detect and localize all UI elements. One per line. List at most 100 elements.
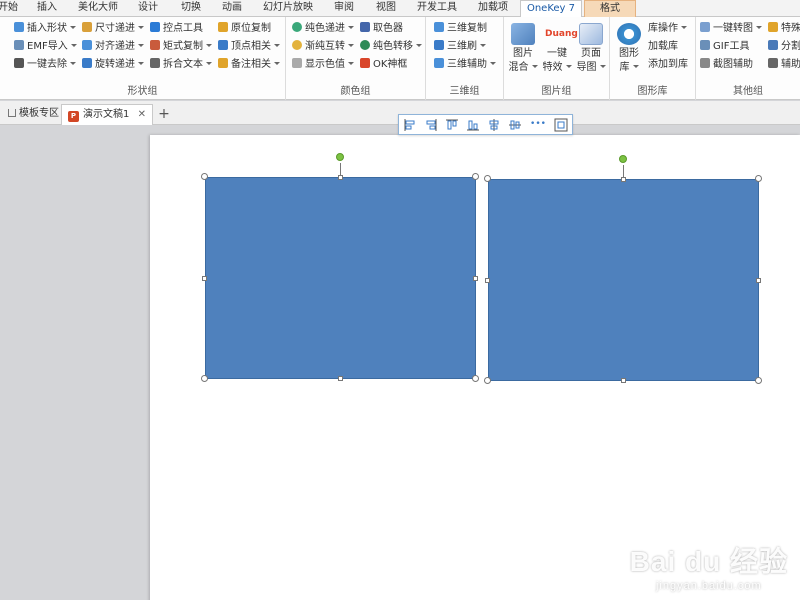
- align-step-label: 对齐递进: [95, 41, 135, 52]
- resize-handle-right[interactable]: [756, 278, 761, 283]
- one-key-effect-button[interactable]: Duang 一键 特效: [540, 23, 578, 75]
- add-to-library-button[interactable]: 添加到库: [648, 57, 688, 73]
- more-icon[interactable]: •••: [529, 118, 547, 132]
- image-blend-button[interactable]: 图片 混合: [506, 23, 540, 75]
- resize-handle-tr[interactable]: [755, 175, 762, 182]
- load-library-button[interactable]: 加载库: [648, 39, 678, 55]
- size-step-button[interactable]: 尺寸递进: [82, 21, 144, 37]
- tab-review[interactable]: 审阅: [334, 0, 354, 17]
- gradient-solid-swap-button[interactable]: 渐纯互转: [292, 39, 354, 55]
- notes-related-button[interactable]: 备注相关: [218, 57, 280, 73]
- ok-magic-frame-button[interactable]: OK神框: [360, 57, 407, 73]
- insert-shape-button[interactable]: 插入形状: [14, 21, 76, 37]
- resize-handle-bottom[interactable]: [338, 376, 343, 381]
- tab-addins[interactable]: 加载项: [478, 0, 508, 17]
- insert-shape-icon: [14, 22, 24, 32]
- chevron-down-icon: [348, 26, 354, 29]
- rgb-icon: [292, 58, 302, 68]
- resize-handle-right[interactable]: [473, 276, 478, 281]
- tab-view[interactable]: 视图: [376, 0, 396, 17]
- tab-developer[interactable]: 开发工具: [417, 0, 457, 17]
- align-left-icon[interactable]: [403, 118, 417, 132]
- one-key-to-image-button[interactable]: 一键转图: [700, 21, 762, 37]
- library-operation-button[interactable]: 库操作: [648, 21, 687, 37]
- document-tab-label: 演示文稿1: [83, 109, 130, 120]
- split-merge-text-button[interactable]: 拆合文本: [150, 57, 212, 73]
- screenshot-assist-label: 截图辅助: [713, 59, 753, 70]
- screenshot-assist-button[interactable]: 截图辅助: [700, 57, 753, 73]
- template-zone-label: 模板专区: [19, 108, 59, 119]
- emf-import-button[interactable]: EMF导入: [14, 39, 77, 55]
- resize-handle-tl[interactable]: [484, 175, 491, 182]
- eyedropper-icon: [360, 22, 370, 32]
- gradient-icon: [292, 40, 302, 50]
- solid-color-transfer-button[interactable]: 纯色转移: [360, 39, 422, 55]
- resize-handle-top[interactable]: [338, 175, 343, 180]
- align-top-icon[interactable]: [445, 118, 459, 132]
- tab-animations[interactable]: 动画: [222, 0, 242, 17]
- tab-beautify-master[interactable]: 美化大师: [78, 0, 118, 17]
- document-tab[interactable]: P 演示文稿1 ✕: [61, 104, 153, 125]
- tab-design[interactable]: 设计: [138, 0, 158, 17]
- resize-handle-tr[interactable]: [472, 173, 479, 180]
- gif-tool-button[interactable]: GIF工具: [700, 39, 749, 55]
- rectangle-shape-right[interactable]: [488, 179, 759, 381]
- threed-copy-button[interactable]: 三维复制: [434, 21, 487, 37]
- resize-handle-tl[interactable]: [201, 173, 208, 180]
- one-key-remove-button[interactable]: 一键去除: [14, 57, 76, 73]
- rotation-handle[interactable]: [336, 153, 344, 161]
- rotation-handle[interactable]: [619, 155, 627, 163]
- resize-handle-left[interactable]: [202, 276, 207, 281]
- align-center-vertical-icon[interactable]: [508, 118, 522, 132]
- align-icon: [82, 40, 92, 50]
- one-key-effect-label-2: 特效: [540, 61, 574, 75]
- color-picker-button[interactable]: 取色器: [360, 21, 403, 37]
- chevron-down-icon: [681, 26, 687, 29]
- assist-icon: [768, 58, 778, 68]
- align-step-button[interactable]: 对齐递进: [82, 39, 144, 55]
- page-export-image-button[interactable]: 页面 导图: [574, 23, 608, 75]
- tab-transitions[interactable]: 切换: [181, 0, 201, 17]
- special-button[interactable]: 特殊: [768, 21, 800, 37]
- align-right-icon[interactable]: [424, 118, 438, 132]
- split-button[interactable]: 分割: [768, 39, 800, 55]
- add-to-library-label: 添加到库: [648, 59, 688, 70]
- resize-handle-bottom[interactable]: [621, 378, 626, 383]
- gif-tool-label: GIF工具: [713, 41, 750, 52]
- tab-format[interactable]: 格式: [584, 0, 636, 17]
- resize-handle-bl[interactable]: [201, 375, 208, 382]
- brush-icon: [434, 40, 444, 50]
- threed-assist-button[interactable]: 三维辅助: [434, 57, 496, 73]
- matrix-copy-button[interactable]: 矩式复制: [150, 39, 212, 55]
- resize-handle-br[interactable]: [472, 375, 479, 382]
- tab-home[interactable]: 开始: [0, 0, 18, 17]
- watermark-main: Bai du 经验: [629, 546, 788, 577]
- picture-icon: [579, 23, 603, 45]
- show-color-value-button[interactable]: 显示色值: [292, 57, 354, 73]
- matrix-copy-label: 矩式复制: [163, 41, 203, 52]
- palette-icon: [292, 22, 302, 32]
- align-bottom-icon[interactable]: [466, 118, 480, 132]
- rectangle-shape-left[interactable]: [205, 177, 476, 379]
- slide[interactable]: [150, 135, 800, 600]
- add-tab-button[interactable]: +: [156, 104, 172, 125]
- tab-insert[interactable]: 插入: [37, 0, 57, 17]
- tab-onekey7[interactable]: OneKey 7: [520, 0, 582, 18]
- vertex-related-button[interactable]: 顶点相关: [218, 39, 280, 55]
- shape-library-button[interactable]: 图形 库: [612, 23, 646, 75]
- template-zone-tab[interactable]: 模板专区: [0, 104, 59, 125]
- assist-button[interactable]: 辅助: [768, 57, 800, 73]
- solid-color-step-button[interactable]: 纯色递进: [292, 21, 354, 37]
- in-place-copy-button[interactable]: 原位复制: [218, 21, 271, 37]
- align-center-horizontal-icon[interactable]: [487, 118, 501, 132]
- resize-handle-br[interactable]: [755, 377, 762, 384]
- resize-handle-top[interactable]: [621, 177, 626, 182]
- rotate-step-button[interactable]: 旋转递进: [82, 57, 144, 73]
- control-point-tool-button[interactable]: 控点工具: [150, 21, 203, 37]
- threed-brush-button[interactable]: 三维刷: [434, 39, 486, 55]
- resize-handle-left[interactable]: [485, 278, 490, 283]
- close-icon[interactable]: ✕: [138, 105, 146, 125]
- resize-handle-bl[interactable]: [484, 377, 491, 384]
- tab-slideshow[interactable]: 幻灯片放映: [263, 0, 313, 17]
- distribute-icon[interactable]: [554, 118, 568, 132]
